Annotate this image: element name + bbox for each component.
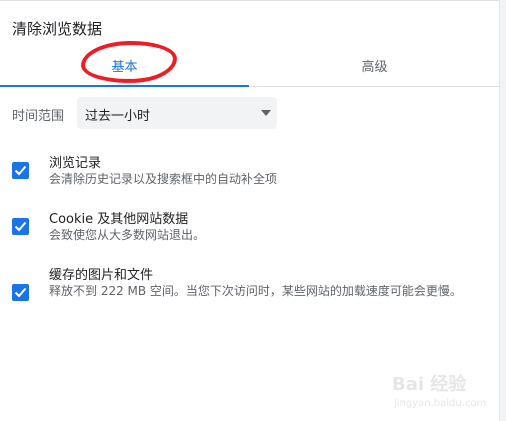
top-border [0, 0, 506, 1]
watermark-sub: jingyan.baidu.com [394, 398, 487, 409]
checkbox-cookies[interactable] [12, 218, 29, 235]
option-description: 会致使您从大多数网站退出。 [49, 228, 206, 242]
scrollbar-track[interactable] [499, 0, 506, 421]
watermark-main: Bai 经验 [392, 374, 467, 395]
checkmark-icon [14, 221, 27, 232]
checkmark-icon [14, 165, 27, 176]
option-description: 会清除历史记录以及搜索框中的自动补全项 [49, 172, 278, 186]
time-range-value: 过去一小时 [85, 109, 151, 124]
option-title: 缓存的图片和文件 [49, 268, 154, 283]
time-range-label: 时间范围 [12, 109, 65, 124]
checkmark-icon [14, 287, 27, 298]
active-tab-indicator [0, 85, 249, 87]
option-title: Cookie 及其他网站数据 [49, 212, 189, 227]
tab-advanced[interactable]: 高级 [249, 44, 500, 86]
dropdown-arrow-icon [261, 110, 271, 116]
option-description: 释放不到 222 MB 空间。当您下次访问时，某些网站的加载速度可能会更慢。 [49, 284, 462, 298]
tab-advanced-label: 高级 [361, 59, 388, 75]
checkbox-cached-files[interactable] [12, 284, 29, 301]
time-range-select[interactable]: 过去一小时 [77, 97, 277, 129]
tab-bar: 基本 高级 [0, 44, 500, 87]
option-title: 浏览记录 [49, 156, 102, 171]
baidu-watermark-logo: Bai 经验 jingyan.baidu.com [392, 366, 504, 416]
checkbox-browsing-history[interactable] [12, 162, 29, 179]
dialog-title: 清除浏览数据 [12, 20, 103, 38]
